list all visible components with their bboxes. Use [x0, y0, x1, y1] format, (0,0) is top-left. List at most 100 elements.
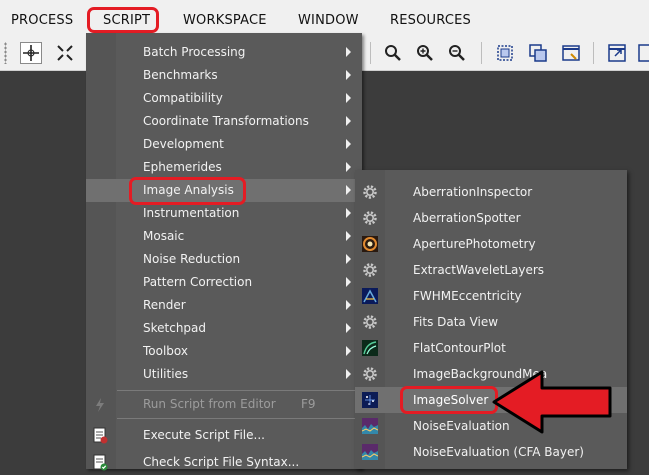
- new-window-button[interactable]: [560, 42, 582, 64]
- menu-item-benchmarks[interactable]: Benchmarks: [86, 64, 362, 87]
- submenu-item-aperture-photometry[interactable]: AperturePhotometry: [355, 231, 627, 257]
- toolbar-separator: [593, 42, 594, 64]
- menu-item-instrumentation[interactable]: Instrumentation: [86, 202, 362, 225]
- toolbar-grip[interactable]: [4, 42, 7, 64]
- window-arrow-icon: [562, 45, 580, 61]
- submenu-arrow-icon: [346, 208, 351, 218]
- menu-item-run-from-editor[interactable]: Run Script from Editor F9: [86, 393, 362, 416]
- menu-item-label: Development: [143, 137, 224, 151]
- submenu-item-label: FWHMEccentricity: [413, 289, 522, 303]
- window-stack-icon: [529, 44, 547, 62]
- zoom-in-icon: [417, 45, 433, 61]
- submenu-arrow-icon: [346, 346, 351, 356]
- red-pointer-arrow-icon: [492, 370, 612, 434]
- menu-item-label: Mosaic: [143, 229, 185, 243]
- toolbar-separator: [481, 42, 482, 64]
- menu-item-sketchpad[interactable]: Sketchpad: [86, 317, 362, 340]
- menu-item-label: Benchmarks: [143, 68, 218, 82]
- submenu-arrow-icon: [346, 139, 351, 149]
- solver-icon: [362, 392, 378, 408]
- gear-icon: [362, 262, 378, 278]
- maximize-window-button[interactable]: [606, 42, 628, 64]
- crosshair-icon: [23, 45, 39, 61]
- submenu-arrow-icon: [346, 369, 351, 379]
- menu-resources[interactable]: RESOURCES: [390, 13, 471, 28]
- zoom-out-icon: [449, 45, 465, 61]
- menu-item-coordinate-transformations[interactable]: Coordinate Transformations: [86, 110, 362, 133]
- menu-item-label: Coordinate Transformations: [143, 114, 309, 128]
- submenu-arrow-icon: [346, 277, 351, 287]
- zoom-in-button[interactable]: [414, 42, 436, 64]
- zoom-button[interactable]: [382, 42, 404, 64]
- submenu-arrow-icon: [346, 231, 351, 241]
- menu-item-label: Toolbox: [143, 344, 188, 358]
- submenu-arrow-icon: [346, 323, 351, 333]
- fit-view-button[interactable]: [54, 42, 76, 64]
- submenu-item-label: AberrationSpotter: [413, 211, 521, 225]
- shortcut-label: F9: [301, 397, 316, 411]
- submenu-item-fwhm-eccentricity[interactable]: FWHMEccentricity: [355, 283, 627, 309]
- submenu-arrow-icon: [346, 93, 351, 103]
- submenu-item-flat-contour-plot[interactable]: FlatContourPlot: [355, 335, 627, 361]
- fit-window-button[interactable]: [527, 42, 549, 64]
- submenu-arrow-icon: [346, 254, 351, 264]
- menu-item-label: Pattern Correction: [143, 275, 253, 289]
- submenu-item-label: AperturePhotometry: [413, 237, 536, 251]
- image-solver-highlight: [400, 386, 498, 414]
- menu-separator: [117, 390, 357, 391]
- expand-icon: [57, 45, 73, 61]
- menu-workspace[interactable]: WORKSPACE: [183, 13, 267, 28]
- menu-item-compatibility[interactable]: Compatibility: [86, 87, 362, 110]
- submenu-item-label: Fits Data View: [413, 315, 499, 329]
- menu-item-utilities[interactable]: Utilities: [86, 363, 362, 386]
- menu-item-noise-reduction[interactable]: Noise Reduction: [86, 248, 362, 271]
- zoom-selection-button[interactable]: [494, 42, 516, 64]
- zoom-icon: [385, 45, 401, 61]
- submenu-item-label: NoiseEvaluation (CFA Bayer): [413, 445, 584, 459]
- submenu-item-fits-data-view[interactable]: Fits Data View: [355, 309, 627, 335]
- submenu-arrow-icon: [346, 162, 351, 172]
- check-syntax-icon: [92, 454, 108, 475]
- menu-item-development[interactable]: Development: [86, 133, 362, 156]
- menu-item-ephemerides[interactable]: Ephemerides: [86, 156, 362, 179]
- window-button-partial[interactable]: [636, 42, 649, 64]
- zoom-out-button[interactable]: [446, 42, 468, 64]
- menu-item-render[interactable]: Render: [86, 294, 362, 317]
- menu-item-execute-script-file[interactable]: Execute Script File...: [86, 424, 362, 447]
- menu-item-check-syntax[interactable]: Check Script File Syntax...: [86, 451, 362, 474]
- execute-script-icon: [92, 427, 108, 448]
- fwhm-icon: [362, 288, 378, 304]
- script-menu-highlight: [87, 7, 159, 33]
- submenu-item-noise-evaluation-cfa[interactable]: NoiseEvaluation (CFA Bayer): [355, 439, 627, 465]
- menu-window[interactable]: WINDOW: [298, 13, 359, 28]
- menu-item-pattern-correction[interactable]: Pattern Correction: [86, 271, 362, 294]
- submenu-item-aberration-inspector[interactable]: AberrationInspector: [355, 179, 627, 205]
- contour-icon: [362, 340, 378, 356]
- submenu-arrow-icon: [346, 300, 351, 310]
- menu-item-label: Execute Script File...: [143, 428, 265, 442]
- menu-item-label: Check Script File Syntax...: [143, 455, 300, 469]
- submenu-arrow-icon: [346, 47, 351, 57]
- menu-item-label: Render: [143, 298, 186, 312]
- menu-separator: [117, 418, 357, 419]
- menu-process[interactable]: PROCESS: [11, 13, 73, 28]
- menu-item-label: Sketchpad: [143, 321, 207, 335]
- menu-item-batch-processing[interactable]: Batch Processing: [86, 41, 362, 64]
- menu-item-label: Compatibility: [143, 91, 223, 105]
- menu-item-toolbox[interactable]: Toolbox: [86, 340, 362, 363]
- submenu-item-label: ExtractWaveletLayers: [413, 263, 545, 277]
- pan-tool-button[interactable]: [20, 42, 42, 64]
- gear-icon: [362, 184, 378, 200]
- menu-item-mosaic[interactable]: Mosaic: [86, 225, 362, 248]
- gear-icon: [362, 210, 378, 226]
- noise-icon: [361, 418, 379, 434]
- submenu-item-label: AberrationInspector: [413, 185, 533, 199]
- gear-icon: [362, 366, 378, 382]
- submenu-item-aberration-spotter[interactable]: AberrationSpotter: [355, 205, 627, 231]
- noise-icon: [361, 444, 379, 460]
- submenu-item-extract-wavelet-layers[interactable]: ExtractWaveletLayers: [355, 257, 627, 283]
- menu-item-label: Instrumentation: [143, 206, 240, 220]
- menu-item-label: Ephemerides: [143, 160, 222, 174]
- submenu-arrow-icon: [346, 116, 351, 126]
- toolbar-separator: [370, 42, 371, 64]
